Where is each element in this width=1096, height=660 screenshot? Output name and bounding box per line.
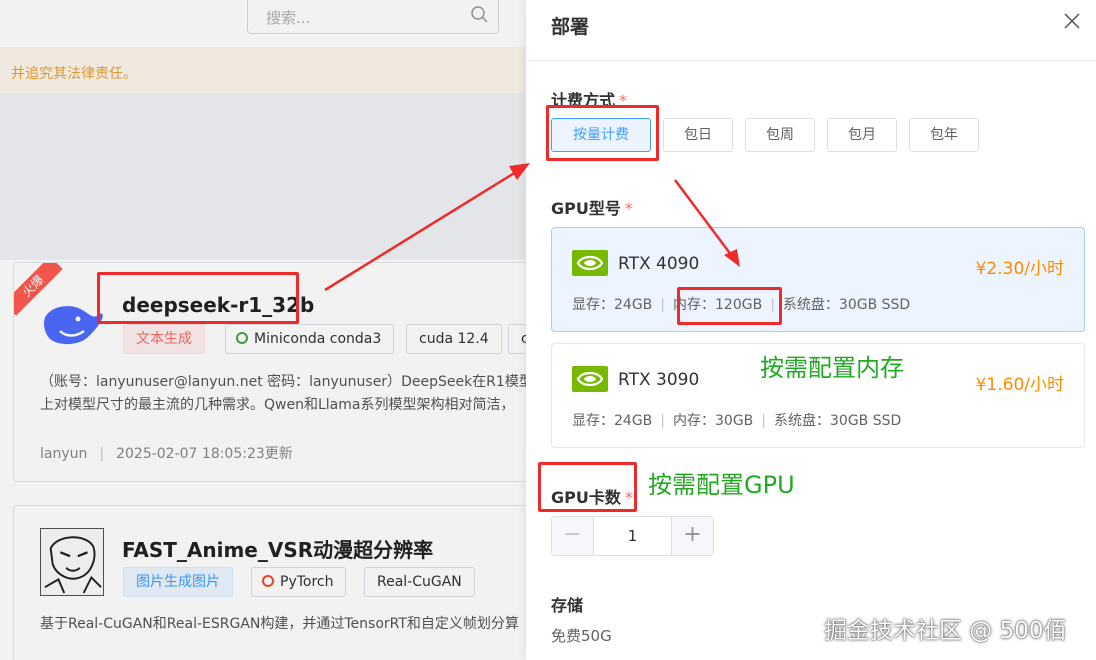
annotation-box-model-title	[97, 272, 299, 324]
gpu-name: RTX 3090	[618, 370, 700, 390]
gpu-count-input[interactable]: 1	[594, 517, 671, 555]
gpu-price: ¥1.60/小时	[975, 375, 1064, 395]
decrement-button[interactable]: −	[552, 517, 594, 555]
storage-value: 免费50G	[551, 627, 612, 645]
spec-memory: 内存：30GB	[673, 413, 754, 429]
drawer-title: 部署	[551, 16, 590, 38]
gpu-specs: 显存：24GB | 内存：30GB | 系统盘：30GB SSD	[572, 413, 902, 429]
nvidia-icon	[572, 366, 608, 392]
nvidia-icon	[572, 250, 608, 276]
billing-option-daily[interactable]: 包日	[663, 118, 733, 152]
close-icon[interactable]	[1060, 9, 1084, 33]
gpu-model-label-text: GPU型号	[551, 199, 621, 218]
gpu-name: RTX 4090	[618, 254, 700, 274]
annotation-memory-note: 按需配置内存	[760, 354, 904, 382]
annotation-box-billing	[546, 105, 659, 161]
gpu-count-stepper[interactable]: − 1 +	[551, 516, 714, 556]
spec-disk: 系统盘：30GB SSD	[774, 413, 902, 429]
annotation-box-memory	[677, 287, 782, 325]
billing-option-weekly[interactable]: 包周	[745, 118, 815, 152]
gpu-price: ¥2.30/小时	[975, 259, 1064, 279]
billing-option-monthly[interactable]: 包月	[827, 118, 897, 152]
storage-label: 存储	[551, 596, 584, 615]
spec-vram: 显存：24GB	[572, 297, 653, 313]
increment-button[interactable]: +	[671, 517, 713, 555]
modal-backdrop[interactable]	[0, 0, 526, 660]
annotation-box-gpu-count	[538, 462, 637, 512]
billing-option-yearly[interactable]: 包年	[909, 118, 979, 152]
header-divider	[526, 60, 1096, 61]
spec-vram: 显存：24GB	[572, 413, 653, 429]
gpu-option-rtx-4090[interactable]: RTX 4090 ¥2.30/小时 显存：24GB | 内存：120GB | 系统盘：3…	[551, 227, 1085, 332]
gpu-model-label: GPU型号 *	[551, 195, 633, 219]
required-mark: *	[624, 199, 633, 218]
spec-disk: 系统盘：30GB SSD	[782, 297, 911, 313]
deploy-drawer: 部署 计费方式 * 按量计费 包日 包周 包月 包年 GPU型号 * RTX 409…	[526, 0, 1096, 660]
watermark: 掘金技术社区 @ 500佰	[824, 618, 1067, 644]
annotation-gpu-note: 按需配置GPU	[648, 471, 795, 499]
